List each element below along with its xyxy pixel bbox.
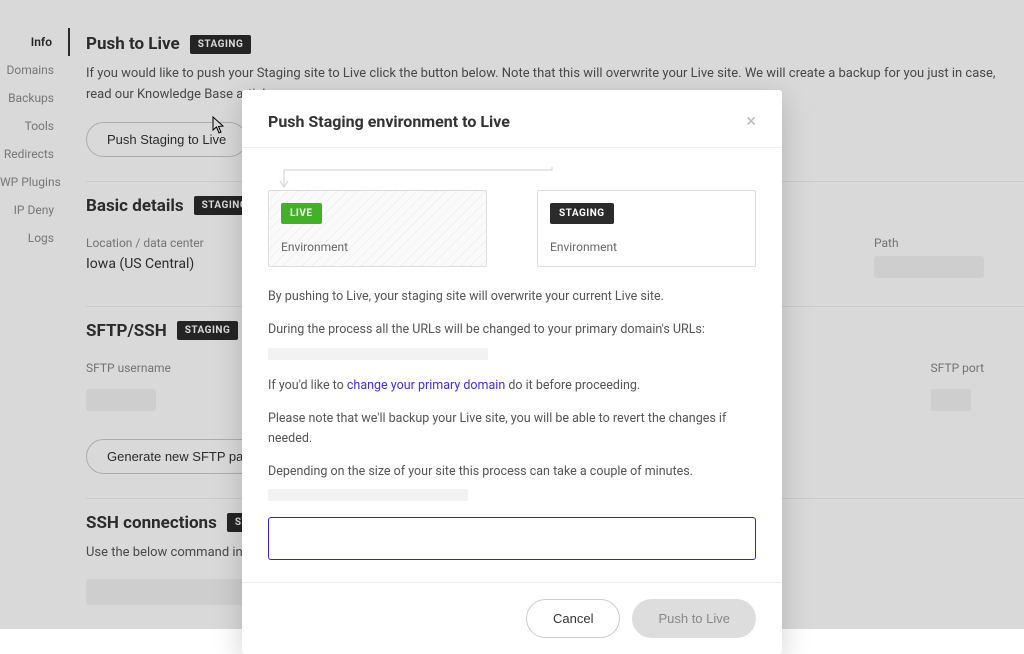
modal-header: Push Staging environment to Live ×	[242, 90, 782, 148]
env-card-live: LIVE Environment	[268, 190, 487, 267]
arrow-icon	[276, 166, 556, 188]
modal-body: LIVE Environment STAGING Environment By …	[242, 148, 782, 582]
text-fragment: If you'd like to	[268, 378, 347, 393]
modal-text: If you'd like to change your primary dom…	[268, 376, 756, 395]
push-staging-modal: Push Staging environment to Live × LIVE …	[242, 90, 782, 654]
redacted-confirm-label	[268, 489, 468, 501]
redacted-url	[268, 348, 488, 360]
staging-badge: STAGING	[550, 203, 614, 224]
cancel-button[interactable]: Cancel	[526, 599, 620, 638]
close-icon[interactable]: ×	[746, 113, 756, 131]
confirm-input[interactable]	[268, 517, 756, 560]
change-primary-domain-link[interactable]: change your primary domain	[347, 378, 505, 393]
modal-text: Please note that we'll backup your Live …	[268, 409, 756, 448]
text-fragment: do it before proceeding.	[505, 378, 640, 393]
env-label: Environment	[281, 240, 474, 254]
modal-text: During the process all the URLs will be …	[268, 320, 756, 339]
modal-footer: Cancel Push to Live	[242, 582, 782, 654]
env-card-staging: STAGING Environment	[537, 190, 756, 267]
modal-text: Depending on the size of your site this …	[268, 462, 756, 481]
modal-overlay[interactable]: Push Staging environment to Live × LIVE …	[0, 0, 1024, 629]
modal-text: By pushing to Live, your staging site wi…	[268, 287, 756, 306]
push-to-live-button[interactable]: Push to Live	[632, 599, 756, 638]
live-badge: LIVE	[281, 203, 322, 224]
env-label: Environment	[550, 240, 743, 254]
modal-title: Push Staging environment to Live	[268, 112, 510, 131]
